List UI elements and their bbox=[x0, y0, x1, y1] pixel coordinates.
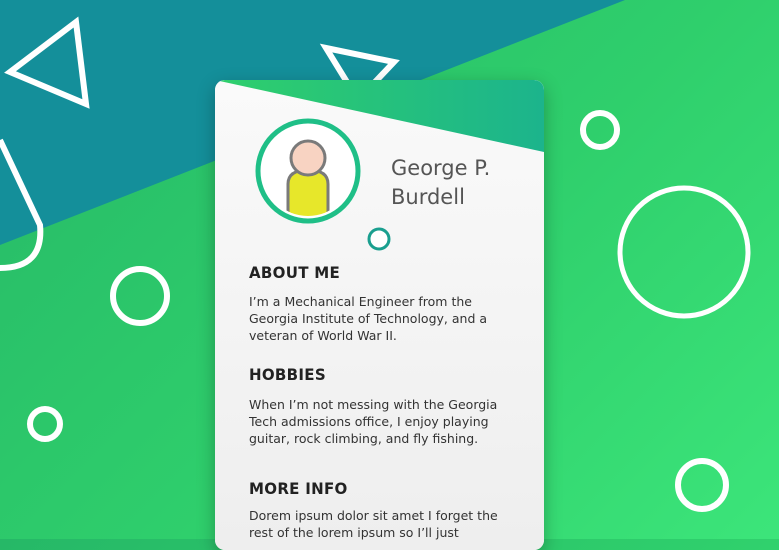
circle-outline-icon bbox=[580, 110, 620, 150]
more-info-text: Dorem ipsum dolor sit amet I forget the … bbox=[249, 508, 498, 540]
hobbies-heading: HOBBIES bbox=[249, 365, 326, 384]
more-info-heading: MORE INFO bbox=[249, 479, 348, 498]
circle-outline-icon bbox=[110, 266, 170, 326]
hobbies-text: When I’m not messing with the Georgia Te… bbox=[249, 397, 498, 446]
circle-outline-icon bbox=[617, 185, 751, 319]
profile-name: George P. Burdell bbox=[391, 156, 491, 209]
circle-outline-icon bbox=[27, 406, 63, 442]
divider-slider bbox=[248, 227, 511, 251]
person-avatar-icon bbox=[255, 118, 361, 224]
divider-knob-icon bbox=[367, 227, 391, 251]
circle-outline-icon bbox=[675, 458, 729, 512]
profile-card: George P. Burdell ABOUT ME I’m a Mechani… bbox=[215, 80, 544, 550]
about-me-heading: ABOUT ME bbox=[249, 263, 341, 282]
about-me-text: I’m a Mechanical Engineer from the Georg… bbox=[249, 294, 488, 343]
